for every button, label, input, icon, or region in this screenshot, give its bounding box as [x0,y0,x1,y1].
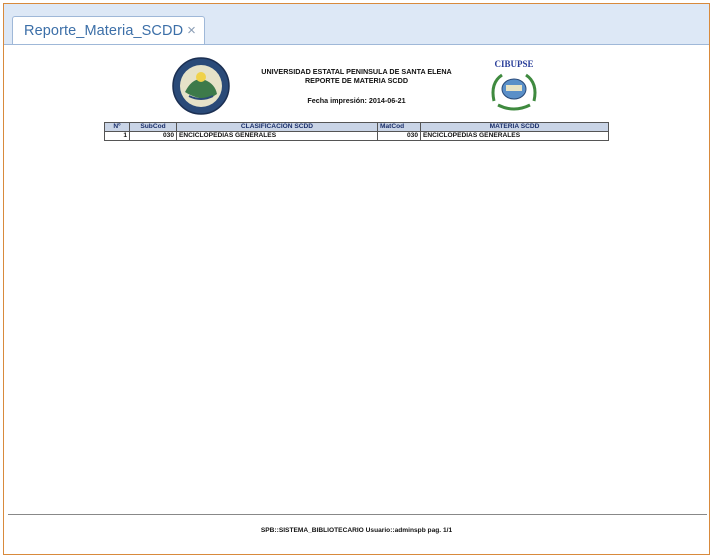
footer-divider [8,514,707,515]
cibupse-logo-text: CIBUPSE [494,59,533,69]
tab-reporte-materia[interactable]: Reporte_Materia_SCDD × [12,16,205,44]
university-seal-logo [172,57,230,115]
col-header-number: Nº [104,122,130,132]
close-icon[interactable]: × [187,22,196,39]
col-header-matcod: MatCod [377,122,421,132]
col-header-materia: MATERIA SCDD [420,122,609,132]
print-date: Fecha impresión: 2014-06-21 [307,96,406,105]
table-header-row: Nº SubCod CLASIFICACIÓN SCDD MatCod MATE… [104,122,609,132]
cell-subcod: 030 [129,131,177,141]
materia-table: Nº SubCod CLASIFICACIÓN SCDD MatCod MATE… [104,122,609,141]
cell-number: 1 [104,131,130,141]
cell-matcod: 030 [377,131,421,141]
tab-label: Reporte_Materia_SCDD [24,22,184,39]
cibupse-logo: CIBUPSE [491,59,537,111]
col-header-subcod: SubCod [129,122,177,132]
institution-name: UNIVERSIDAD ESTATAL PENINSULA DE SANTA E… [261,67,452,76]
table-row: 1 030 ENCICLOPEDIAS GENERALES 030 ENCICL… [104,131,609,141]
col-header-clasificacion: CLASIFICACIÓN SCDD [176,122,378,132]
tab-strip: Reporte_Materia_SCDD × [4,4,709,45]
cell-materia: ENCICLOPEDIAS GENERALES [420,131,609,141]
report-title: REPORTE DE MATERIA SCDD [304,76,409,85]
cell-clasificacion: ENCICLOPEDIAS GENERALES [176,131,378,141]
report-window: Reporte_Materia_SCDD × [3,3,710,555]
report-footer: SPB::SISTEMA_BIBLIOTECARIO Usuario::admi… [260,527,453,534]
